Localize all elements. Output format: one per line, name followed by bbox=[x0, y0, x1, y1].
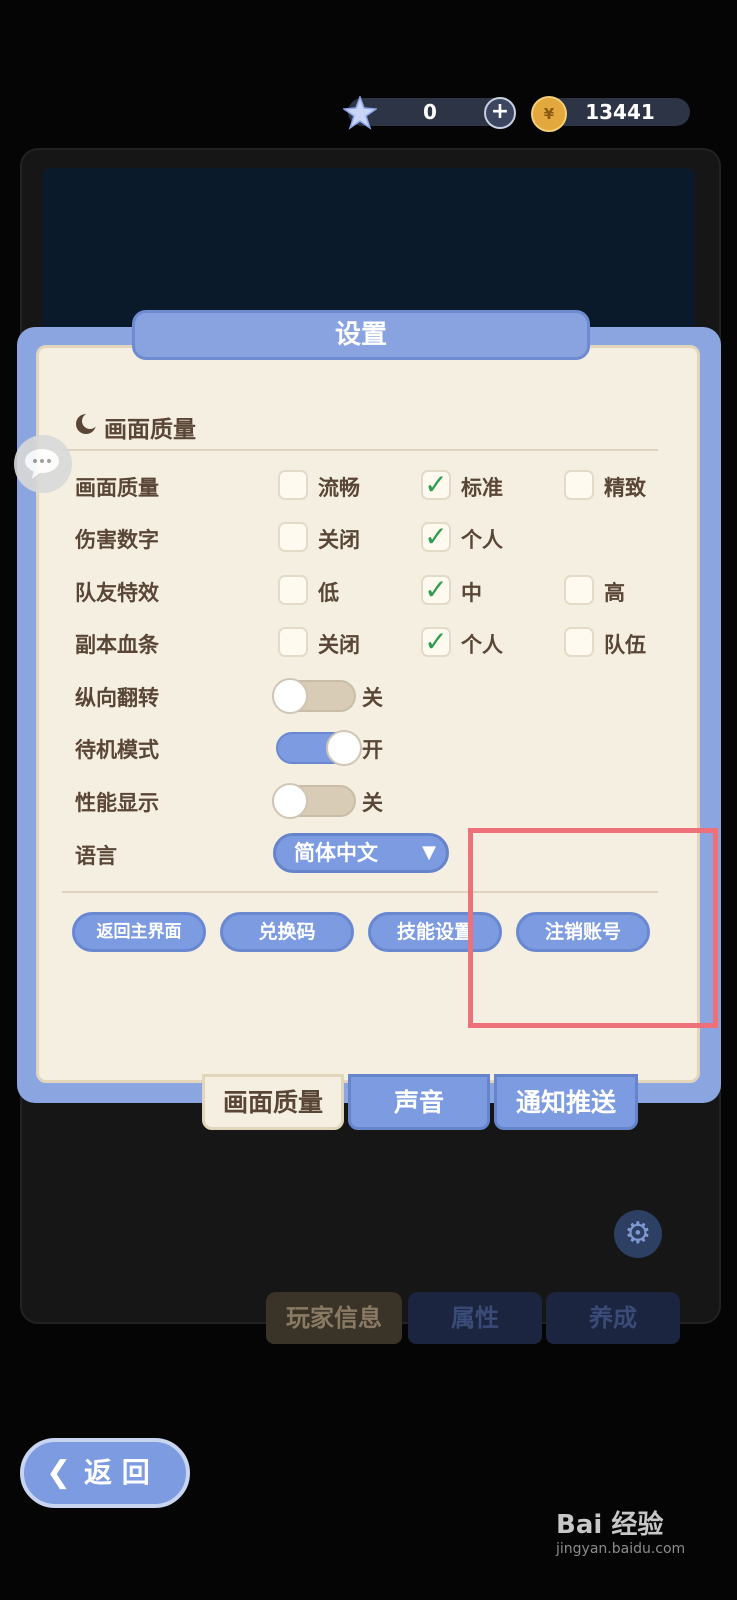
option-label: 关闭 bbox=[318, 528, 360, 552]
row-label-flip: 纵向翻转 bbox=[75, 686, 159, 710]
standby-state: 开 bbox=[362, 738, 383, 762]
row-label: 画面质量 bbox=[75, 476, 159, 500]
row-label-perf: 性能显示 bbox=[75, 791, 159, 815]
chevron-down-icon: ▼ bbox=[422, 842, 436, 863]
watermark-brand: Bai 经验 bbox=[556, 1510, 664, 1540]
flip-state: 关 bbox=[362, 686, 383, 710]
coin-icon: ¥ bbox=[531, 96, 567, 132]
perf-state: 关 bbox=[362, 791, 383, 815]
option-checkbox[interactable]: ✓ bbox=[421, 470, 451, 500]
row-label: 副本血条 bbox=[75, 633, 159, 657]
highlight-box bbox=[468, 828, 718, 1028]
redeem-code-button[interactable]: 兑换码 bbox=[220, 912, 354, 952]
option-checkbox[interactable] bbox=[564, 575, 594, 605]
section-divider bbox=[62, 449, 658, 451]
option-checkbox[interactable] bbox=[278, 522, 308, 552]
option-label: 关闭 bbox=[318, 633, 360, 657]
language-value: 简体中文 bbox=[294, 841, 378, 865]
section-title: 画面质量 bbox=[104, 417, 196, 443]
option-label: 精致 bbox=[604, 476, 646, 500]
option-label: 中 bbox=[461, 581, 482, 605]
option-checkbox[interactable] bbox=[564, 470, 594, 500]
option-checkbox[interactable] bbox=[278, 575, 308, 605]
row-label: 伤害数字 bbox=[75, 528, 159, 552]
gear-icon[interactable]: ⚙ bbox=[614, 1210, 662, 1258]
option-label: 个人 bbox=[461, 528, 503, 552]
toggle-knob bbox=[326, 730, 362, 766]
option-checkbox[interactable]: ✓ bbox=[421, 627, 451, 657]
option-label: 个人 bbox=[461, 633, 503, 657]
option-checkbox[interactable] bbox=[564, 627, 594, 657]
checkmark-icon: ✓ bbox=[424, 520, 448, 553]
flip-toggle[interactable] bbox=[272, 678, 356, 714]
toggle-knob bbox=[272, 783, 308, 819]
dialog-title-bar: 设置 bbox=[132, 310, 590, 360]
row-label: 队友特效 bbox=[75, 581, 159, 605]
option-checkbox[interactable] bbox=[278, 627, 308, 657]
option-label: 流畅 bbox=[318, 476, 360, 500]
option-checkbox[interactable]: ✓ bbox=[421, 575, 451, 605]
row-label-language: 语言 bbox=[75, 844, 117, 868]
watermark-url: jingyan.baidu.com bbox=[556, 1541, 686, 1557]
tab-attributes[interactable]: 属性 bbox=[408, 1292, 542, 1344]
star-gem-icon bbox=[341, 94, 379, 130]
coin-count: 13441 bbox=[585, 100, 655, 124]
language-select[interactable]: 简体中文 ▼ bbox=[273, 833, 449, 873]
tab-growth[interactable]: 养成 bbox=[546, 1292, 680, 1344]
tab-push[interactable]: 通知推送 bbox=[494, 1074, 638, 1130]
checkmark-icon: ✓ bbox=[424, 573, 448, 606]
option-label: 高 bbox=[604, 581, 625, 605]
tab-player-info[interactable]: 玩家信息 bbox=[266, 1292, 402, 1344]
back-button[interactable]: ❮ 返 回 bbox=[20, 1438, 190, 1508]
back-label: 返 回 bbox=[84, 1456, 150, 1489]
home-button[interactable]: 返回主界面 bbox=[72, 912, 206, 952]
back-arrow-icon: ❮ bbox=[46, 1455, 72, 1490]
checkmark-icon: ✓ bbox=[424, 468, 448, 501]
add-gems-button[interactable]: + bbox=[484, 97, 516, 129]
option-label: 标准 bbox=[461, 476, 503, 500]
tab-quality[interactable]: 画面质量 bbox=[202, 1074, 344, 1130]
option-checkbox[interactable]: ✓ bbox=[421, 522, 451, 552]
checkmark-icon: ✓ bbox=[424, 625, 448, 658]
tab-sound[interactable]: 声音 bbox=[348, 1074, 490, 1130]
gem-count: 0 bbox=[423, 100, 437, 124]
option-checkbox[interactable] bbox=[278, 470, 308, 500]
toggle-knob bbox=[272, 678, 308, 714]
option-label: 低 bbox=[318, 581, 339, 605]
dialog-title: 设置 bbox=[334, 320, 387, 350]
perf-toggle[interactable] bbox=[272, 783, 356, 819]
option-label: 队伍 bbox=[604, 633, 646, 657]
row-label-standby: 待机模式 bbox=[75, 738, 159, 762]
moon-icon bbox=[74, 412, 98, 436]
chat-icon[interactable] bbox=[14, 435, 72, 493]
standby-toggle[interactable] bbox=[276, 730, 362, 766]
